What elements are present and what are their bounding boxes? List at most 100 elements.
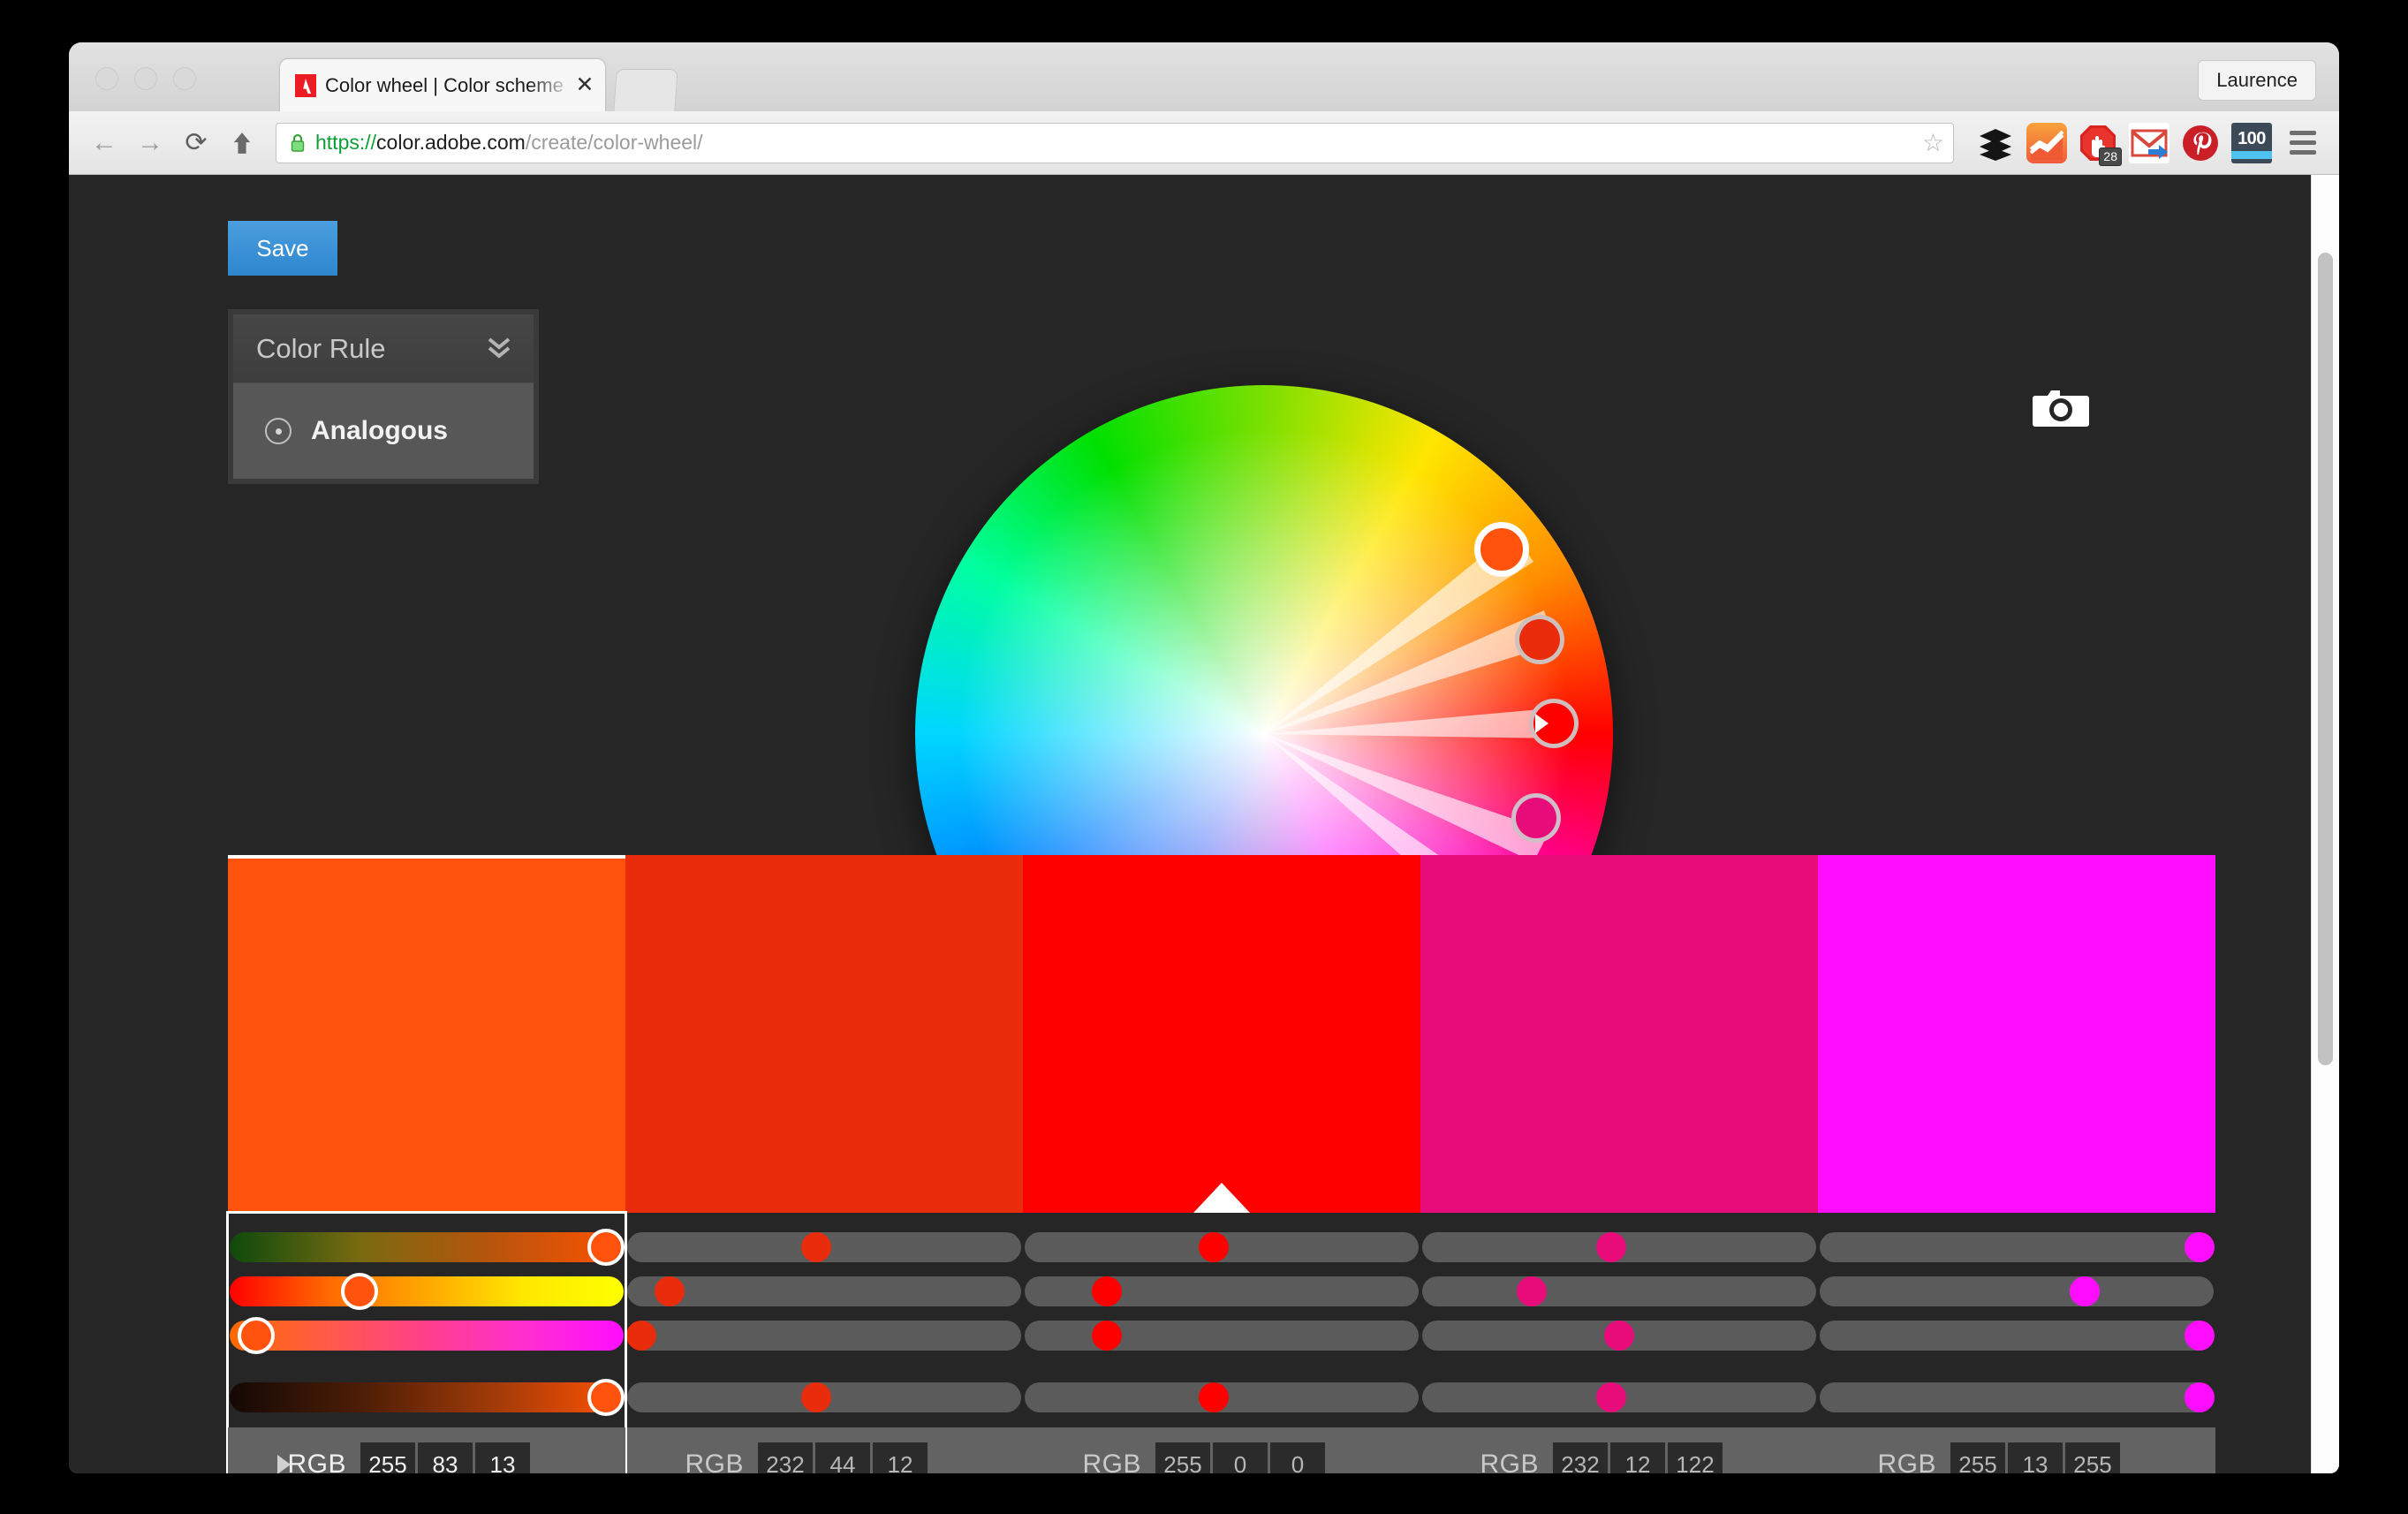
layers-icon[interactable] xyxy=(1975,123,2016,163)
forward-icon[interactable]: → xyxy=(131,124,170,163)
slider-brightness-knob[interactable] xyxy=(1604,1321,1634,1351)
slider-brightness[interactable] xyxy=(625,1313,1023,1358)
slider-hue-knob[interactable] xyxy=(587,1229,625,1266)
color-swatch-4[interactable] xyxy=(1420,855,1818,1213)
back-icon[interactable]: ← xyxy=(85,124,124,163)
page-scrollbar[interactable] xyxy=(2311,175,2339,1473)
slider-saturation-knob[interactable] xyxy=(654,1276,685,1306)
rgb-b-field[interactable]: 12 xyxy=(873,1442,928,1473)
slider-brightness-knob[interactable] xyxy=(2185,1321,2215,1351)
slider-saturation-track[interactable] xyxy=(1820,1276,2214,1306)
slider-hue-knob[interactable] xyxy=(1199,1232,1229,1262)
slider-hue[interactable] xyxy=(228,1225,625,1269)
slider-saturation-track[interactable] xyxy=(230,1276,624,1306)
adblock-icon[interactable]: 28 xyxy=(2078,123,2122,166)
slider-brightness-track[interactable] xyxy=(1025,1321,1419,1351)
rgb-g-field[interactable]: 13 xyxy=(2008,1442,2063,1473)
bookmark-star-icon[interactable]: ☆ xyxy=(1922,130,1944,155)
radio-selected-icon[interactable] xyxy=(265,418,292,444)
gmail-icon[interactable] xyxy=(2129,122,2169,163)
color-swatch-2[interactable] xyxy=(625,855,1023,1213)
slider-alpha-knob[interactable] xyxy=(1596,1382,1626,1412)
marker-3[interactable] xyxy=(1528,699,1579,749)
slider-alpha-knob[interactable] xyxy=(587,1379,625,1416)
address-bar[interactable]: https://color.adobe.com/create/color-whe… xyxy=(276,122,1954,163)
slider-saturation-knob[interactable] xyxy=(1517,1276,1547,1306)
color-swatch-5[interactable] xyxy=(1818,855,2215,1213)
rgb-b-field[interactable]: 255 xyxy=(2065,1442,2120,1473)
marker-1[interactable] xyxy=(1473,521,1529,577)
rgb-g-field[interactable]: 83 xyxy=(418,1442,473,1473)
tab-close-icon[interactable]: ✕ xyxy=(573,74,596,96)
slider-saturation-track[interactable] xyxy=(627,1276,1021,1306)
slider-alpha-knob[interactable] xyxy=(801,1382,831,1412)
new-tab-button[interactable] xyxy=(613,69,678,111)
browser-tab-active[interactable]: Color wheel | Color scheme ✕ xyxy=(279,58,606,111)
slider-saturation[interactable] xyxy=(1023,1269,1420,1313)
pagerank-icon[interactable]: 100 xyxy=(2231,122,2272,163)
camera-icon[interactable] xyxy=(2032,385,2090,429)
slider-saturation-knob[interactable] xyxy=(340,1273,378,1310)
rgb-b-field[interactable]: 13 xyxy=(475,1442,530,1473)
slider-alpha[interactable] xyxy=(228,1375,625,1419)
slider-alpha-track[interactable] xyxy=(230,1382,624,1412)
slider-hue-knob[interactable] xyxy=(1596,1232,1626,1262)
slider-brightness-knob[interactable] xyxy=(237,1317,275,1354)
slider-alpha[interactable] xyxy=(1023,1375,1420,1419)
slider-saturation[interactable] xyxy=(625,1269,1023,1313)
rgb-r-field[interactable]: 255 xyxy=(360,1442,415,1473)
slider-alpha[interactable] xyxy=(1420,1375,1818,1419)
rgb-r-field[interactable]: 255 xyxy=(1950,1442,2005,1473)
slider-saturation[interactable] xyxy=(228,1269,625,1313)
slider-hue-knob[interactable] xyxy=(801,1232,831,1262)
slider-brightness[interactable] xyxy=(1023,1313,1420,1358)
slider-brightness-knob[interactable] xyxy=(1091,1321,1122,1351)
slider-hue-knob[interactable] xyxy=(2185,1232,2215,1262)
chevron-down-icon[interactable] xyxy=(484,331,514,366)
color-swatch-1[interactable] xyxy=(228,855,625,1213)
slider-hue[interactable] xyxy=(1023,1225,1420,1269)
slider-alpha[interactable] xyxy=(625,1375,1023,1419)
rgb-g-field[interactable]: 0 xyxy=(1213,1442,1268,1473)
slider-hue[interactable] xyxy=(625,1225,1023,1269)
home-icon[interactable] xyxy=(223,124,261,163)
slider-brightness-track[interactable] xyxy=(627,1321,1021,1351)
rgb-r-field[interactable]: 255 xyxy=(1155,1442,1210,1473)
slider-saturation-knob[interactable] xyxy=(2069,1276,2100,1306)
slider-brightness[interactable] xyxy=(228,1313,625,1358)
slider-saturation[interactable] xyxy=(1420,1269,1818,1313)
pinterest-icon[interactable] xyxy=(2180,123,2221,163)
window-minimize-button[interactable] xyxy=(134,67,157,90)
rgb-r-field[interactable]: 232 xyxy=(1553,1442,1608,1473)
expand-arrow-icon[interactable] xyxy=(277,1455,291,1473)
rgb-r-field[interactable]: 232 xyxy=(758,1442,813,1473)
slider-alpha-knob[interactable] xyxy=(2185,1382,2215,1412)
slider-saturation-track[interactable] xyxy=(1025,1276,1419,1306)
slider-saturation[interactable] xyxy=(1818,1269,2215,1313)
slider-hue-track[interactable] xyxy=(230,1232,624,1262)
slider-brightness[interactable] xyxy=(1420,1313,1818,1358)
color-rule-header[interactable]: Color Rule xyxy=(233,314,534,383)
user-account-chip[interactable]: Laurence xyxy=(2198,60,2316,101)
window-maximize-button[interactable] xyxy=(173,67,196,90)
rgb-b-field[interactable]: 122 xyxy=(1668,1442,1723,1473)
slider-brightness-knob[interactable] xyxy=(626,1321,656,1351)
marker-4[interactable] xyxy=(1511,792,1562,843)
slider-hue-track[interactable] xyxy=(1820,1232,2214,1262)
rgb-g-field[interactable]: 44 xyxy=(815,1442,870,1473)
rgb-g-field[interactable]: 12 xyxy=(1610,1442,1665,1473)
save-button[interactable]: Save xyxy=(228,221,337,276)
analytics-icon[interactable] xyxy=(2026,122,2067,163)
marker-2[interactable] xyxy=(1515,615,1565,665)
color-swatch-3[interactable] xyxy=(1023,855,1420,1213)
reload-icon[interactable]: ⟳ xyxy=(177,124,216,163)
rgb-b-field[interactable]: 0 xyxy=(1270,1442,1325,1473)
slider-alpha-knob[interactable] xyxy=(1199,1382,1229,1412)
slider-saturation-track[interactable] xyxy=(1422,1276,1816,1306)
slider-brightness[interactable] xyxy=(1818,1313,2215,1358)
slider-hue[interactable] xyxy=(1420,1225,1818,1269)
slider-saturation-knob[interactable] xyxy=(1091,1276,1122,1306)
slider-brightness-track[interactable] xyxy=(230,1321,624,1351)
slider-alpha[interactable] xyxy=(1818,1375,2215,1419)
color-rule-selected-row[interactable]: Analogous xyxy=(233,383,534,479)
